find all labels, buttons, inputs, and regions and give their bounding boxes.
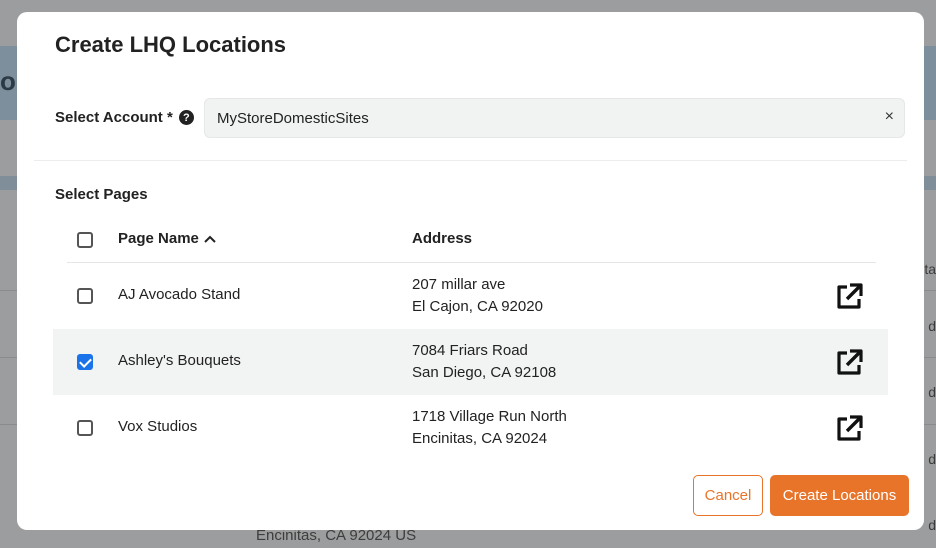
external-link-icon[interactable] — [833, 347, 865, 379]
account-select[interactable]: MyStoreDomesticSites × — [204, 98, 905, 138]
background-cell: d — [928, 318, 936, 334]
background-cell: d — [928, 451, 936, 467]
create-locations-button[interactable]: Create Locations — [770, 475, 909, 516]
account-select-value: MyStoreDomesticSites — [217, 109, 369, 127]
sort-ascending-icon — [204, 235, 216, 243]
address-line-1: 1718 Village Run North — [412, 408, 567, 425]
table-row[interactable]: Ashley's Bouquets 7084 Friars Road San D… — [53, 329, 888, 395]
address-line-2: Encinitas, CA 92024 — [412, 430, 548, 447]
row-checkbox[interactable] — [77, 354, 93, 370]
page-name-header-label: Page Name — [118, 230, 199, 247]
select-pages-label: Select Pages — [55, 186, 148, 203]
select-account-label-text: Select Account * — [55, 109, 173, 126]
page-name: AJ Avocado Stand — [118, 286, 241, 303]
help-icon[interactable]: ? — [178, 110, 194, 125]
address-line-1: 7084 Friars Road — [412, 342, 528, 359]
select-all-checkbox[interactable] — [77, 232, 93, 248]
address-header: Address — [412, 230, 473, 247]
external-link-icon[interactable] — [833, 413, 865, 445]
pages-table: Page Name Address AJ Avocado Stand 207 m… — [53, 217, 888, 461]
modal-title: Create LHQ Locations — [55, 32, 287, 57]
page-address: 7084 Friars Road San Diego, CA 92108 — [412, 340, 556, 384]
page-name-header[interactable]: Page Name — [118, 230, 217, 247]
row-checkbox[interactable] — [77, 288, 93, 304]
address-line-1: 207 millar ave — [412, 276, 506, 293]
external-link-icon[interactable] — [833, 281, 865, 313]
background-cell: d — [928, 384, 936, 400]
address-line-2: San Diego, CA 92108 — [412, 364, 557, 381]
page-address: 1718 Village Run North Encinitas, CA 920… — [412, 406, 567, 450]
table-row[interactable]: AJ Avocado Stand 207 millar ave El Cajon… — [53, 263, 888, 329]
select-account-label: Select Account * ? — [55, 109, 194, 126]
page-address: 207 millar ave El Cajon, CA 92020 — [412, 274, 543, 318]
table-header: Page Name Address — [67, 217, 876, 263]
divider — [34, 160, 907, 161]
clear-icon[interactable]: × — [885, 108, 894, 126]
page-name: Vox Studios — [118, 418, 198, 435]
table-row[interactable]: Vox Studios 1718 Village Run North Encin… — [53, 395, 888, 461]
address-line-2: El Cajon, CA 92020 — [412, 298, 543, 315]
row-checkbox[interactable] — [77, 420, 93, 436]
create-locations-modal: Create LHQ Locations Select Account * ? … — [17, 12, 924, 530]
page-name: Ashley's Bouquets — [118, 352, 241, 369]
cancel-button[interactable]: Cancel — [693, 475, 763, 516]
background-cell: d — [928, 517, 936, 533]
